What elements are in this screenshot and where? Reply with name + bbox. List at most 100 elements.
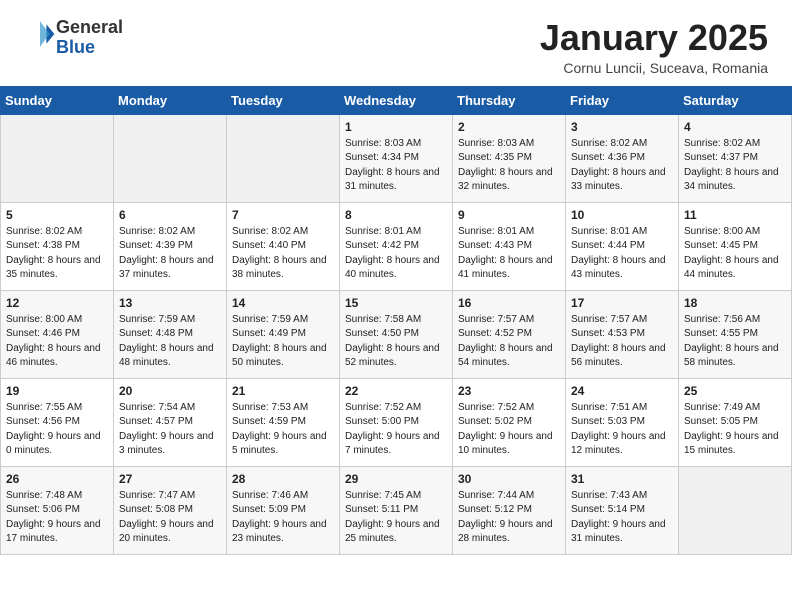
day-cell: 27Sunrise: 7:47 AMSunset: 5:08 PMDayligh… xyxy=(114,466,227,554)
day-number: 10 xyxy=(571,208,673,222)
day-cell: 14 Sunrise: 7:59 AMSunset: 4:49 PMDayligh… xyxy=(227,290,340,378)
day-cell: 3Sunrise: 8:02 AMSunset: 4:36 PMDaylight… xyxy=(566,114,679,202)
day-cell: 10 Sunrise: 8:01 AMSunset: 4:44 PMDayligh… xyxy=(566,202,679,290)
logo: General Blue xyxy=(24,18,123,58)
day-info: Sunrise: 8:00 AMSunset: 4:46 PMDaylight:… xyxy=(6,313,108,371)
day-info: Sunrise: 7:57 AMSunset: 4:52 PMDaylight:… xyxy=(458,313,560,371)
day-cell: 5 Sunrise: 8:02 AMSunset: 4:38 PMDaylight… xyxy=(1,202,114,290)
day-cell: 6 Sunrise: 8:02 AMSunset: 4:39 PMDaylight… xyxy=(114,202,227,290)
day-number: 13 xyxy=(119,296,221,310)
week-row-4: 19Sunrise: 7:55 AMSunset: 4:56 PMDayligh… xyxy=(1,378,792,466)
day-cell: 1Sunrise: 8:03 AMSunset: 4:34 PMDaylight… xyxy=(340,114,453,202)
day-info: Sunrise: 8:01 AMSunset: 4:43 PMDaylight:… xyxy=(458,225,560,283)
weekday-header-row: SundayMondayTuesdayWednesdayThursdayFrid… xyxy=(1,86,792,114)
day-info: Sunrise: 8:00 AMSunset: 4:45 PMDaylight:… xyxy=(684,225,786,283)
day-info: Sunrise: 7:49 AMSunset: 5:05 PMDaylight:… xyxy=(684,401,786,459)
day-info: Sunrise: 7:51 AMSunset: 5:03 PMDaylight:… xyxy=(571,401,673,459)
day-cell: 17Sunrise: 7:57 AMSunset: 4:53 PMDayligh… xyxy=(566,290,679,378)
day-info: Sunrise: 7:45 AMSunset: 5:11 PMDaylight:… xyxy=(345,489,447,547)
day-info: Sunrise: 8:03 AMSunset: 4:34 PMDaylight:… xyxy=(345,137,447,195)
day-cell: 4 Sunrise: 8:02 AMSunset: 4:37 PMDaylight… xyxy=(679,114,792,202)
day-number: 5 xyxy=(6,208,108,222)
day-number: 9 xyxy=(458,208,560,222)
day-cell: 23 Sunrise: 7:52 AMSunset: 5:02 PMDayligh… xyxy=(453,378,566,466)
day-number: 28 xyxy=(232,472,334,486)
day-number: 21 xyxy=(232,384,334,398)
weekday-header-thursday: Thursday xyxy=(453,86,566,114)
day-info: Sunrise: 7:56 AMSunset: 4:55 PMDaylight:… xyxy=(684,313,786,371)
day-cell: 25 Sunrise: 7:49 AMSunset: 5:05 PMDayligh… xyxy=(679,378,792,466)
week-row-2: 5 Sunrise: 8:02 AMSunset: 4:38 PMDaylight… xyxy=(1,202,792,290)
day-cell: 26Sunrise: 7:48 AMSunset: 5:06 PMDayligh… xyxy=(1,466,114,554)
day-number: 8 xyxy=(345,208,447,222)
calendar: SundayMondayTuesdayWednesdayThursdayFrid… xyxy=(0,86,792,555)
day-info: Sunrise: 8:03 AMSunset: 4:35 PMDaylight:… xyxy=(458,137,560,195)
day-cell: 28 Sunrise: 7:46 AMSunset: 5:09 PMDayligh… xyxy=(227,466,340,554)
day-info: Sunrise: 7:59 AMSunset: 4:48 PMDaylight:… xyxy=(119,313,221,371)
weekday-header-wednesday: Wednesday xyxy=(340,86,453,114)
weekday-header-tuesday: Tuesday xyxy=(227,86,340,114)
day-info: Sunrise: 7:46 AMSunset: 5:09 PMDaylight:… xyxy=(232,489,334,547)
day-info: Sunrise: 8:02 AMSunset: 4:40 PMDaylight:… xyxy=(232,225,334,283)
day-cell: 19Sunrise: 7:55 AMSunset: 4:56 PMDayligh… xyxy=(1,378,114,466)
day-number: 7 xyxy=(232,208,334,222)
day-info: Sunrise: 8:02 AMSunset: 4:38 PMDaylight:… xyxy=(6,225,108,283)
day-cell: 8 Sunrise: 8:01 AMSunset: 4:42 PMDaylight… xyxy=(340,202,453,290)
day-number: 25 xyxy=(684,384,786,398)
day-number: 19 xyxy=(6,384,108,398)
title-block: January 2025 Cornu Luncii, Suceava, Roma… xyxy=(540,18,768,76)
day-info: Sunrise: 7:52 AMSunset: 5:02 PMDaylight:… xyxy=(458,401,560,459)
day-number: 12 xyxy=(6,296,108,310)
day-info: Sunrise: 7:52 AMSunset: 5:00 PMDaylight:… xyxy=(345,401,447,459)
day-number: 14 xyxy=(232,296,334,310)
day-cell xyxy=(679,466,792,554)
day-info: Sunrise: 7:53 AMSunset: 4:59 PMDaylight:… xyxy=(232,401,334,459)
day-cell: 29 Sunrise: 7:45 AMSunset: 5:11 PMDayligh… xyxy=(340,466,453,554)
day-cell: 11Sunrise: 8:00 AMSunset: 4:45 PMDayligh… xyxy=(679,202,792,290)
logo-icon xyxy=(24,18,56,50)
day-info: Sunrise: 7:47 AMSunset: 5:08 PMDaylight:… xyxy=(119,489,221,547)
day-cell: 9 Sunrise: 8:01 AMSunset: 4:43 PMDaylight… xyxy=(453,202,566,290)
day-number: 26 xyxy=(6,472,108,486)
day-cell: 30Sunrise: 7:44 AMSunset: 5:12 PMDayligh… xyxy=(453,466,566,554)
day-info: Sunrise: 8:01 AMSunset: 4:42 PMDaylight:… xyxy=(345,225,447,283)
day-number: 18 xyxy=(684,296,786,310)
weekday-header-saturday: Saturday xyxy=(679,86,792,114)
day-cell: 7 Sunrise: 8:02 AMSunset: 4:40 PMDaylight… xyxy=(227,202,340,290)
day-cell: 18 Sunrise: 7:56 AMSunset: 4:55 PMDayligh… xyxy=(679,290,792,378)
day-info: Sunrise: 7:43 AMSunset: 5:14 PMDaylight:… xyxy=(571,489,673,547)
day-info: Sunrise: 8:02 AMSunset: 4:39 PMDaylight:… xyxy=(119,225,221,283)
week-row-5: 26Sunrise: 7:48 AMSunset: 5:06 PMDayligh… xyxy=(1,466,792,554)
day-cell: 13 Sunrise: 7:59 AMSunset: 4:48 PMDayligh… xyxy=(114,290,227,378)
day-number: 15 xyxy=(345,296,447,310)
logo-text: General Blue xyxy=(56,18,123,58)
location: Cornu Luncii, Suceava, Romania xyxy=(540,60,768,76)
day-cell: 21 Sunrise: 7:53 AMSunset: 4:59 PMDayligh… xyxy=(227,378,340,466)
month-title: January 2025 xyxy=(540,18,768,58)
day-number: 23 xyxy=(458,384,560,398)
day-number: 4 xyxy=(684,120,786,134)
day-number: 6 xyxy=(119,208,221,222)
day-cell: 31 Sunrise: 7:43 AMSunset: 5:14 PMDayligh… xyxy=(566,466,679,554)
day-cell: 12 Sunrise: 8:00 AMSunset: 4:46 PMDayligh… xyxy=(1,290,114,378)
day-cell xyxy=(1,114,114,202)
day-info: Sunrise: 8:02 AMSunset: 4:36 PMDaylight:… xyxy=(571,137,673,195)
day-info: Sunrise: 8:02 AMSunset: 4:37 PMDaylight:… xyxy=(684,137,786,195)
day-info: Sunrise: 7:59 AMSunset: 4:49 PMDaylight:… xyxy=(232,313,334,371)
day-cell: 22Sunrise: 7:52 AMSunset: 5:00 PMDayligh… xyxy=(340,378,453,466)
day-info: Sunrise: 7:57 AMSunset: 4:53 PMDaylight:… xyxy=(571,313,673,371)
day-number: 29 xyxy=(345,472,447,486)
day-number: 16 xyxy=(458,296,560,310)
day-cell: 15 Sunrise: 7:58 AMSunset: 4:50 PMDayligh… xyxy=(340,290,453,378)
logo-blue: Blue xyxy=(56,37,95,57)
day-info: Sunrise: 7:44 AMSunset: 5:12 PMDaylight:… xyxy=(458,489,560,547)
day-info: Sunrise: 8:01 AMSunset: 4:44 PMDaylight:… xyxy=(571,225,673,283)
day-info: Sunrise: 7:58 AMSunset: 4:50 PMDaylight:… xyxy=(345,313,447,371)
day-number: 20 xyxy=(119,384,221,398)
weekday-header-sunday: Sunday xyxy=(1,86,114,114)
day-cell: 24Sunrise: 7:51 AMSunset: 5:03 PMDayligh… xyxy=(566,378,679,466)
week-row-3: 12 Sunrise: 8:00 AMSunset: 4:46 PMDayligh… xyxy=(1,290,792,378)
day-number: 31 xyxy=(571,472,673,486)
week-row-1: 1Sunrise: 8:03 AMSunset: 4:34 PMDaylight… xyxy=(1,114,792,202)
day-cell: 16 Sunrise: 7:57 AMSunset: 4:52 PMDayligh… xyxy=(453,290,566,378)
